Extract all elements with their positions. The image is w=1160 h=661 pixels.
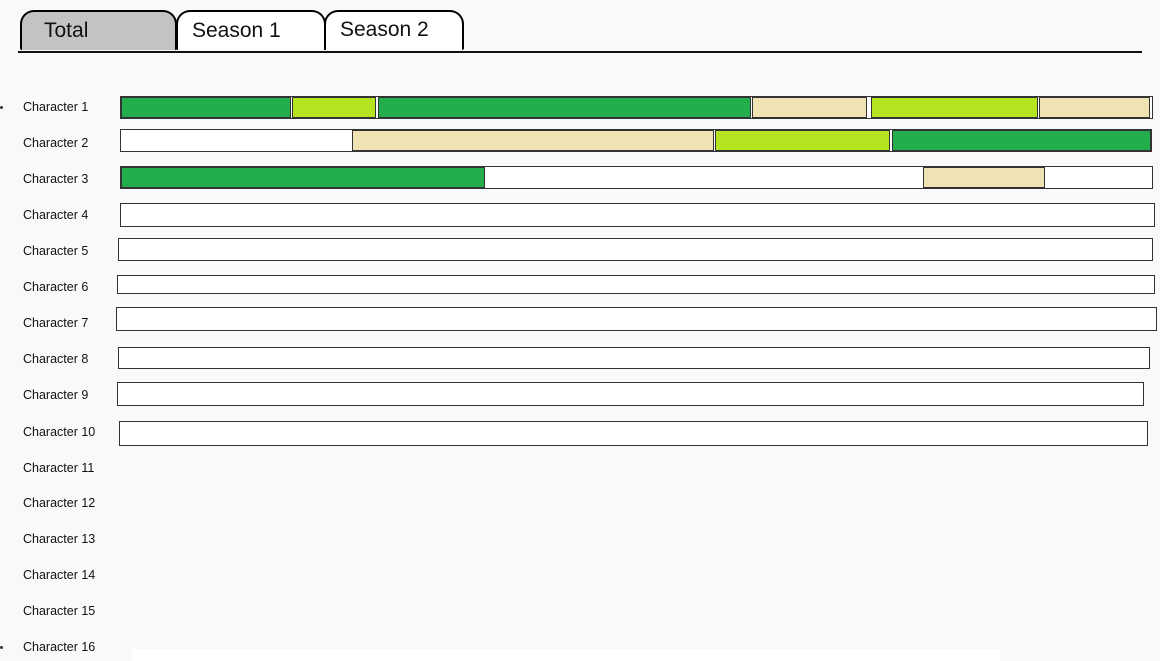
tab-season-2[interactable]: Season 2 [324, 10, 464, 50]
character-timeline-track[interactable] [116, 307, 1157, 331]
character-timeline-track[interactable] [120, 203, 1155, 227]
character-label: Character 15 [23, 604, 96, 618]
tab-season-1[interactable]: Season 1 [176, 10, 326, 50]
character-timeline-track[interactable] [117, 382, 1144, 406]
timeline-segment-cream[interactable] [923, 167, 1045, 188]
tab-total[interactable]: Total [20, 10, 177, 50]
character-label: Character 7 [23, 316, 89, 330]
character-label: Character 11 [23, 461, 95, 475]
timeline-segment-dark-green[interactable] [377, 97, 751, 118]
character-timeline-track[interactable] [120, 129, 1152, 152]
character-label: Character 1 [23, 100, 89, 114]
timeline-segment-cream[interactable] [1038, 97, 1150, 118]
character-label: Character 2 [23, 136, 89, 150]
character-label: Character 12 [23, 496, 96, 510]
character-label: Character 16 [23, 640, 96, 654]
character-label: Character 10 [23, 425, 96, 439]
bullet-dot [0, 646, 3, 649]
character-label: Character 4 [23, 208, 89, 222]
timeline-segment-lime[interactable] [870, 97, 1038, 118]
tab-bar: Total Season 1 Season 2 [0, 0, 1160, 60]
timeline-segment-dark-green[interactable] [121, 167, 485, 188]
character-label: Character 3 [23, 172, 89, 186]
character-timeline-track[interactable] [118, 238, 1153, 261]
character-label: Character 6 [23, 280, 89, 294]
character-timeline-track[interactable] [117, 275, 1155, 294]
character-label: Character 8 [23, 352, 89, 366]
character-label: Character 9 [23, 388, 89, 402]
timeline-segment-cream[interactable] [751, 97, 868, 118]
character-label: Character 14 [23, 568, 96, 582]
timeline-segment-dark-green[interactable] [892, 130, 1151, 151]
character-timeline-track[interactable] [119, 421, 1148, 446]
tab-underline-divider [18, 51, 1142, 53]
character-timeline-track[interactable] [118, 347, 1150, 369]
character-label: Character 5 [23, 244, 89, 258]
character-timeline-track[interactable] [120, 96, 1153, 119]
bullet-dot [0, 106, 3, 109]
timeline-segment-dark-green[interactable] [121, 97, 292, 118]
timeline-segment-lime[interactable] [715, 130, 891, 151]
bottom-panel [132, 649, 1000, 661]
timeline-segment-cream[interactable] [351, 130, 715, 151]
character-timeline-track[interactable] [120, 166, 1153, 189]
timeline-segment-lime[interactable] [292, 97, 376, 118]
character-label: Character 13 [23, 532, 96, 546]
